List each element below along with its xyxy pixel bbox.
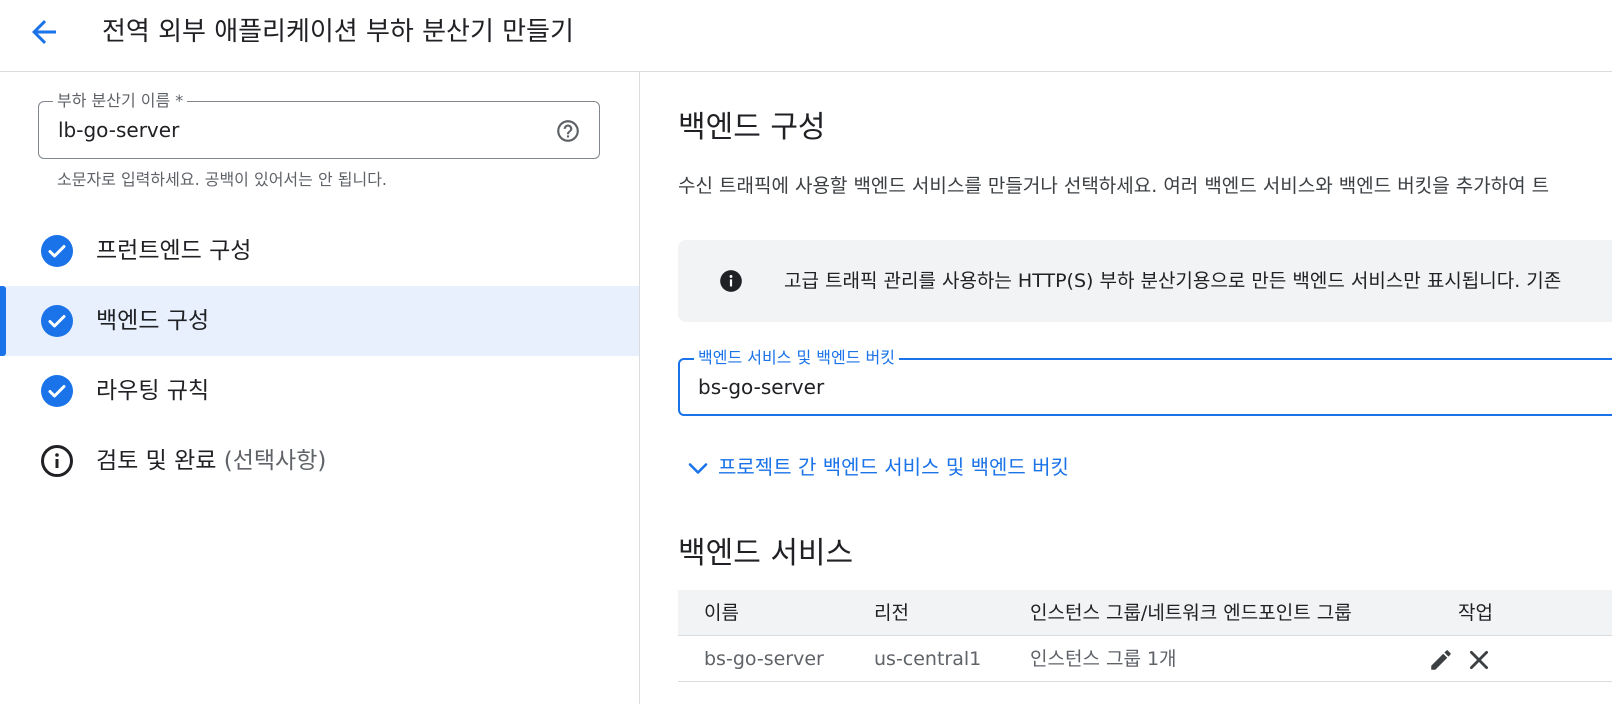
step-label: 라우팅 규칙: [96, 378, 210, 404]
page-title: 전역 외부 애플리케이션 부하 분산기 만들기: [102, 17, 574, 47]
row-region: us-central1: [874, 648, 982, 670]
page-header: 전역 외부 애플리케이션 부하 분산기 만들기: [0, 0, 1612, 72]
edit-icon: [1431, 650, 1451, 670]
right-panel: 백엔드 구성 수신 트래픽에 사용할 백엔드 서비스를 만들거나 선택하세요. …: [640, 72, 1612, 704]
edit-button[interactable]: [1428, 647, 1454, 673]
table-header: 이름 리전 인스턴스 그룹/네트워크 엔드포인트 그룹 작업: [678, 590, 1612, 636]
step-frontend-config[interactable]: 프런트엔드 구성: [0, 216, 639, 286]
info-outline-icon: [41, 445, 73, 477]
backend-service-select[interactable]: 백엔드 서비스 및 백엔드 버킷: [678, 347, 1612, 416]
load-balancer-name-input[interactable]: [58, 115, 528, 145]
row-name: bs-go-server: [704, 648, 824, 670]
help-button[interactable]: [555, 118, 581, 144]
check-circle-icon: [41, 375, 73, 407]
cross-project-backends-label: 프로젝트 간 백엔드 서비스 및 백엔드 버킷: [718, 455, 1069, 479]
step-label-text: 검토 및 완료: [96, 448, 217, 474]
info-banner-text: 고급 트래픽 관리를 사용하는 HTTP(S) 부하 분산기용으로 만든 백엔드…: [784, 270, 1562, 292]
step-backend-config[interactable]: 백엔드 구성: [0, 286, 639, 356]
table-row: bs-go-server us-central1 인스턴스 그룹 1개: [678, 636, 1612, 682]
step-label: 검토 및 완료 (선택사항): [96, 445, 326, 477]
row-group: 인스턴스 그룹 1개: [1030, 648, 1177, 670]
help-circle-icon: [557, 120, 579, 142]
backend-config-title: 백엔드 구성: [678, 110, 826, 145]
info-banner: 고급 트래픽 관리를 사용하는 HTTP(S) 부하 분산기용으로 만든 백엔드…: [678, 240, 1612, 322]
column-header-name: 이름: [704, 602, 739, 624]
check-circle-icon: [41, 235, 73, 267]
close-icon: [1470, 651, 1488, 669]
backend-services-title: 백엔드 서비스: [678, 536, 854, 571]
column-header-actions: 작업: [1458, 602, 1493, 624]
column-header-region: 리전: [874, 602, 909, 624]
backend-config-description: 수신 트래픽에 사용할 백엔드 서비스를 만들거나 선택하세요. 여러 백엔드 …: [678, 175, 1550, 197]
backend-service-label: 백엔드 서비스 및 백엔드 버킷: [694, 347, 899, 369]
stepper: 프런트엔드 구성 백엔드 구성 라우팅 규칙 검토 및 완료 (선택사항): [0, 216, 639, 496]
name-hint: 소문자로 입력하세요. 공백이 있어서는 안 됩니다.: [57, 170, 388, 189]
arrow-back-icon: [32, 20, 56, 44]
load-balancer-name-label: 부하 분산기 이름 *: [53, 90, 188, 112]
step-label-suffix: (선택사항): [223, 448, 327, 474]
check-circle-icon: [41, 305, 73, 337]
backend-service-input[interactable]: [698, 372, 1598, 402]
delete-button[interactable]: [1466, 647, 1492, 673]
backend-services-table: 이름 리전 인스턴스 그룹/네트워크 엔드포인트 그룹 작업 bs-go-ser…: [678, 590, 1612, 682]
step-review-finalize[interactable]: 검토 및 완료 (선택사항): [0, 426, 639, 496]
step-label: 백엔드 구성: [96, 308, 210, 334]
step-label: 프런트엔드 구성: [96, 238, 252, 264]
back-button[interactable]: [26, 14, 62, 50]
info-filled-icon: [720, 270, 742, 292]
chevron-down-icon: [688, 463, 708, 474]
step-routing-rules[interactable]: 라우팅 규칙: [0, 356, 639, 426]
column-header-group: 인스턴스 그룹/네트워크 엔드포인트 그룹: [1030, 602, 1352, 624]
load-balancer-name-field[interactable]: 부하 분산기 이름 *: [38, 90, 600, 159]
